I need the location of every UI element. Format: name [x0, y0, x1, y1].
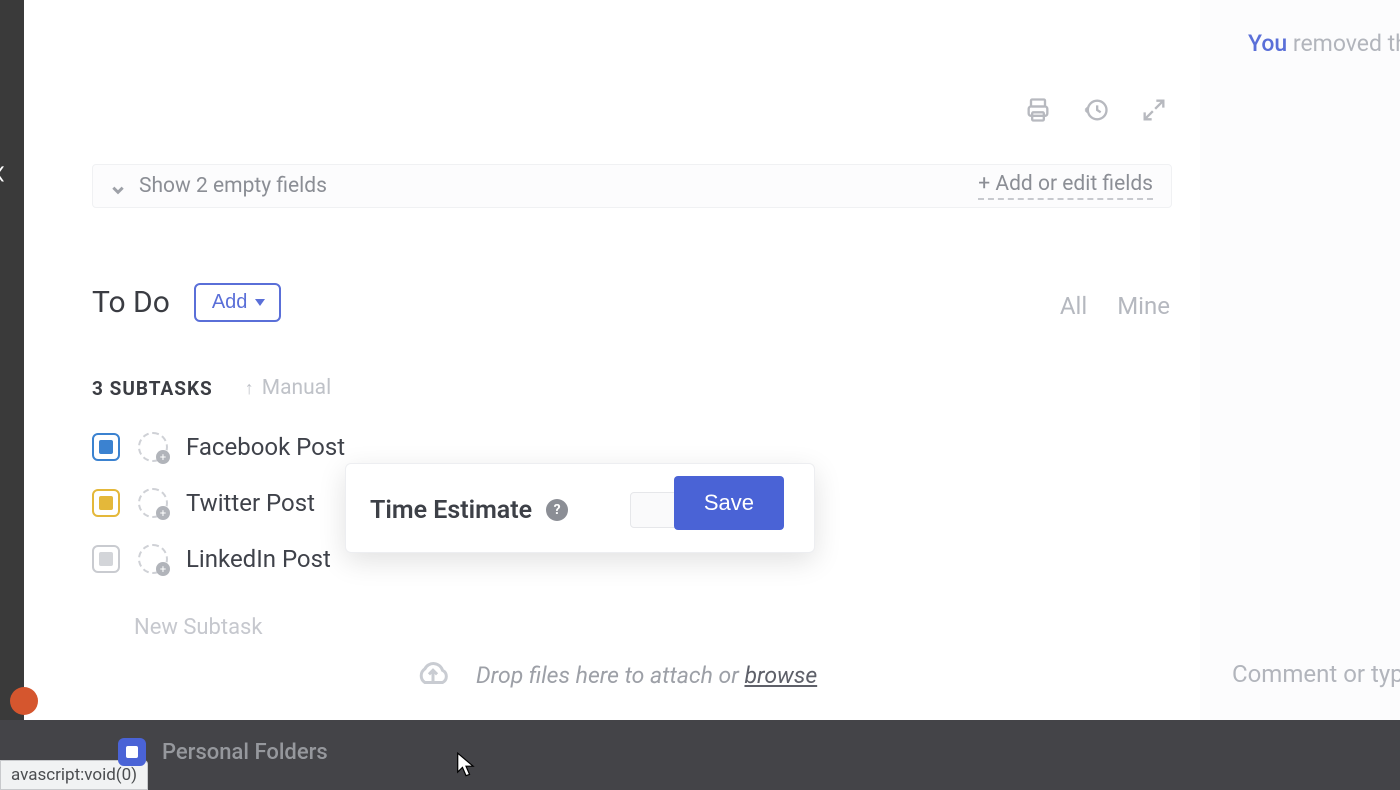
add-edit-fields-link[interactable]: + Add or edit fields: [978, 172, 1153, 200]
attach-prefix: Drop files here to attach or: [476, 662, 744, 689]
assignee-picker[interactable]: +: [138, 544, 168, 574]
folder-icon: [118, 738, 146, 766]
cloud-upload-icon: [414, 656, 452, 694]
plus-icon: +: [156, 506, 170, 520]
help-icon[interactable]: ?: [546, 499, 568, 521]
plus-icon: +: [156, 450, 170, 464]
filter-mine[interactable]: Mine: [1117, 292, 1170, 320]
subtask-name: Twitter Post: [186, 489, 315, 517]
time-estimate-popover: Time Estimate ? ? Save: [345, 463, 815, 553]
plus-icon: +: [156, 562, 170, 576]
save-button[interactable]: Save: [674, 476, 784, 530]
presence-dot: [10, 687, 38, 715]
todo-header: To Do Add: [92, 283, 281, 322]
assignee-picker[interactable]: +: [138, 432, 168, 462]
subtask-list: + Facebook Post + Twitter Post + LinkedI…: [92, 432, 345, 574]
sort-dropdown[interactable]: ↑ Manual: [245, 376, 331, 400]
show-empty-fields-label: Show 2 empty fields: [139, 174, 327, 198]
subtask-name: Facebook Post: [186, 433, 345, 461]
time-estimate-label: Time Estimate: [370, 496, 532, 525]
subtask-item[interactable]: + Facebook Post: [92, 432, 345, 462]
status-checkbox[interactable]: [92, 433, 120, 461]
arrow-up-icon: ↑: [245, 378, 254, 399]
filter-all[interactable]: All: [1060, 292, 1087, 320]
filter-tabs: All Mine: [1060, 292, 1170, 320]
status-checkbox[interactable]: [92, 489, 120, 517]
activity-entry: You removed th: [1248, 30, 1400, 57]
activity-user: You: [1248, 30, 1287, 57]
activity-text: removed th: [1287, 30, 1400, 57]
add-button[interactable]: Add: [194, 283, 282, 322]
section-title: To Do: [92, 285, 170, 320]
top-actions: [1022, 94, 1170, 126]
subtask-item[interactable]: + Twitter Post: [92, 488, 345, 518]
activity-sidebar: [1200, 0, 1400, 720]
chevron-down-icon: [111, 179, 125, 193]
print-icon[interactable]: [1022, 94, 1054, 126]
personal-folders-tray[interactable]: Personal Folders: [118, 738, 328, 766]
attachment-dropzone[interactable]: Drop files here to attach or browse: [414, 656, 817, 694]
task-panel: Show 2 empty fields + Add or edit fields…: [24, 0, 1200, 720]
status-checkbox[interactable]: [92, 545, 120, 573]
assignee-picker[interactable]: +: [138, 488, 168, 518]
close-icon[interactable]: ‹: [0, 148, 6, 195]
expand-icon[interactable]: [1138, 94, 1170, 126]
custom-fields-bar: Show 2 empty fields + Add or edit fields: [92, 164, 1172, 208]
history-icon[interactable]: [1080, 94, 1112, 126]
subtasks-meta: 3 SUBTASKS ↑ Manual: [92, 376, 331, 400]
show-empty-fields-toggle[interactable]: Show 2 empty fields: [111, 174, 327, 198]
sort-label: Manual: [262, 376, 331, 400]
subtask-item[interactable]: + LinkedIn Post: [92, 544, 345, 574]
subtasks-count: 3 SUBTASKS: [92, 377, 213, 400]
caret-down-icon: [255, 299, 265, 306]
mouse-cursor: [456, 752, 476, 782]
comment-input[interactable]: Comment or typ: [1232, 660, 1400, 688]
attach-text: Drop files here to attach or browse: [476, 662, 817, 689]
browse-link[interactable]: browse: [744, 662, 817, 689]
subtask-name: LinkedIn Post: [186, 545, 331, 573]
new-subtask-input[interactable]: New Subtask: [134, 615, 263, 640]
add-button-label: Add: [212, 291, 248, 314]
personal-folders-label: Personal Folders: [162, 740, 328, 765]
